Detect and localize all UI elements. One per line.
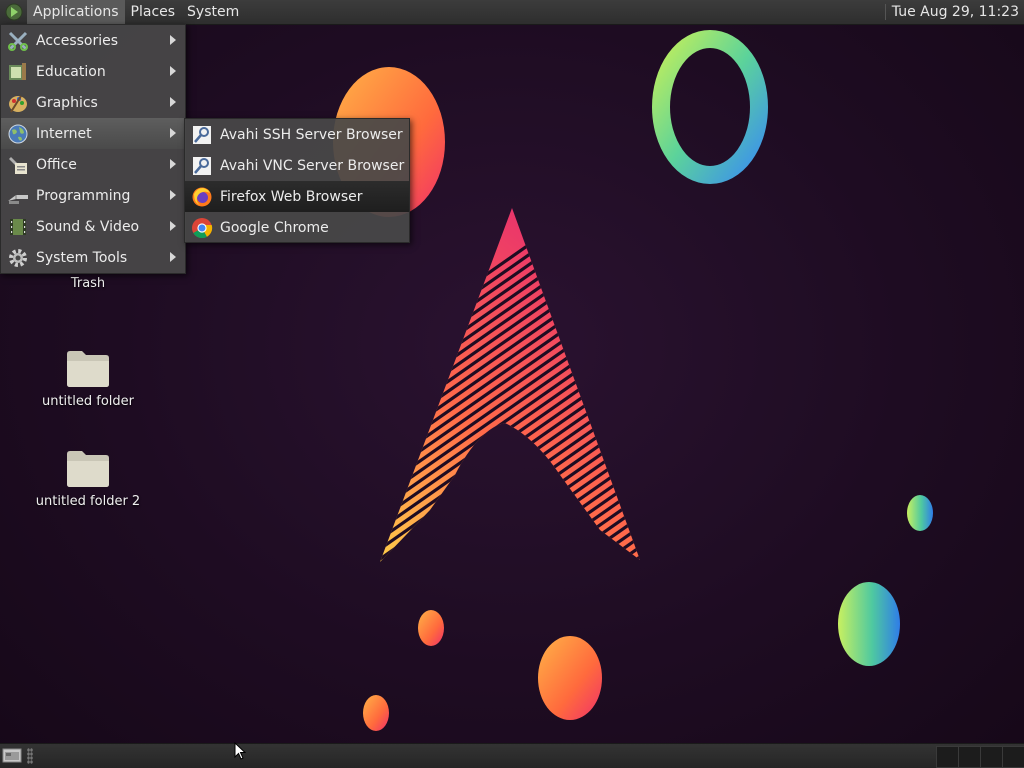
workspace-2[interactable] <box>958 746 982 768</box>
menu-item-label: Internet <box>36 125 92 142</box>
applications-menu: Accessories Education Graphics Internet <box>0 24 186 274</box>
menu-item-office[interactable]: Office <box>1 149 185 180</box>
applications-logo-icon <box>5 3 23 21</box>
folder-icon <box>67 351 109 387</box>
bottom-panel <box>0 743 1024 768</box>
menu-item-avahi-vnc[interactable]: Avahi VNC Server Browser <box>185 150 409 181</box>
submenu-arrow-icon <box>170 252 176 262</box>
menu-item-label: Avahi SSH Server Browser <box>220 126 403 143</box>
desktop-icon-untitled-folder-2[interactable]: untitled folder 2 <box>28 448 148 509</box>
sound-video-icon <box>10 218 26 235</box>
menu-item-education[interactable]: Education <box>1 56 185 87</box>
submenu-arrow-icon <box>170 221 176 231</box>
submenu-arrow-icon <box>170 35 176 45</box>
desktop-icon-untitled-folder[interactable]: untitled folder <box>28 348 148 409</box>
workspace-4[interactable] <box>1002 746 1024 768</box>
clock[interactable]: Tue Aug 29, 11:23 <box>884 0 1024 24</box>
menu-item-system-tools[interactable]: System Tools <box>1 242 185 273</box>
menu-item-internet[interactable]: Internet <box>1 118 185 149</box>
menu-item-label: Graphics <box>36 94 98 111</box>
mouse-cursor-icon <box>234 742 246 760</box>
education-icon <box>9 62 26 80</box>
desktop-icon-trash[interactable]: Trash <box>28 276 148 291</box>
programming-icon <box>8 194 28 204</box>
firefox-icon <box>192 187 212 206</box>
menu-item-label: Firefox Web Browser <box>220 188 363 205</box>
applications-menu-button[interactable]: Applications <box>27 0 125 24</box>
show-desktop-icon[interactable] <box>2 747 22 764</box>
office-icon <box>9 156 27 174</box>
menu-item-accessories[interactable]: Accessories <box>1 25 185 56</box>
menu-item-google-chrome[interactable]: Google Chrome <box>185 212 409 243</box>
avahi-ssh-icon <box>193 125 211 144</box>
menu-item-label: Accessories <box>36 32 119 49</box>
menu-item-label: Office <box>36 156 77 173</box>
places-menu-button[interactable]: Places <box>125 0 182 24</box>
clock-text: Tue Aug 29, 11:23 <box>891 4 1019 20</box>
system-menu-button[interactable]: System <box>181 0 245 24</box>
menu-item-label: Education <box>36 63 106 80</box>
menu-item-label: System Tools <box>36 249 128 266</box>
folder-label: untitled folder 2 <box>35 494 141 509</box>
submenu-arrow-icon <box>170 190 176 200</box>
menu-item-firefox[interactable]: Firefox Web Browser <box>185 181 409 212</box>
panel-drag-handle[interactable] <box>27 748 33 764</box>
system-tools-icon <box>9 248 27 267</box>
panel-separator <box>884 4 886 20</box>
avahi-vnc-icon <box>193 156 211 175</box>
accessories-icon <box>8 31 28 51</box>
folder-icon <box>67 451 109 487</box>
menu-item-label: Avahi VNC Server Browser <box>220 157 405 174</box>
folder-label: untitled folder <box>41 394 134 409</box>
menu-item-programming[interactable]: Programming <box>1 180 185 211</box>
internet-icon <box>8 124 28 143</box>
submenu-arrow-icon <box>170 159 176 169</box>
menu-item-avahi-ssh[interactable]: Avahi SSH Server Browser <box>185 119 409 150</box>
workspace-3[interactable] <box>980 746 1004 768</box>
menu-item-graphics[interactable]: Graphics <box>1 87 185 118</box>
submenu-arrow-icon <box>170 97 176 107</box>
menu-item-label: Google Chrome <box>220 219 329 236</box>
top-panel: Applications Places System Tue Aug 29, 1… <box>0 0 1024 25</box>
graphics-icon <box>9 94 27 113</box>
workspace-1[interactable] <box>936 746 960 768</box>
submenu-arrow-icon <box>170 66 176 76</box>
menu-item-sound-video[interactable]: Sound & Video <box>1 211 185 242</box>
chrome-icon <box>192 217 213 238</box>
submenu-arrow-icon <box>170 128 176 138</box>
trash-label: Trash <box>70 276 106 291</box>
menu-item-label: Sound & Video <box>36 218 140 235</box>
internet-submenu: Avahi SSH Server Browser Avahi VNC Serve… <box>184 118 410 243</box>
menu-item-label: Programming <box>36 187 131 204</box>
